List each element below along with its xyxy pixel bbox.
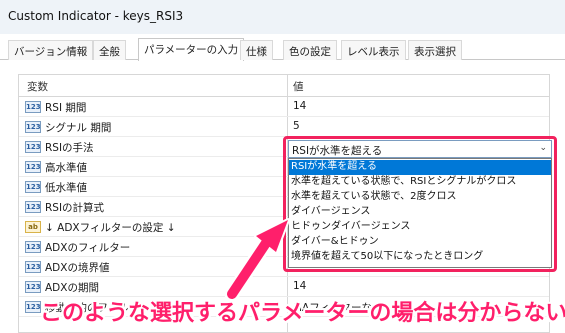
param-name: RSIの手法 xyxy=(45,142,94,154)
highlight-box xyxy=(283,136,557,272)
param-name: シグナル 期間 xyxy=(45,122,112,134)
number-type-icon: 123 xyxy=(25,101,41,113)
tab-specification[interactable]: 仕様 xyxy=(240,40,273,60)
param-name: ADXの期間 xyxy=(45,282,99,294)
param-value[interactable]: 14 xyxy=(293,280,306,292)
annotation-caption: このような選択するパラメーターの場合は分からない xyxy=(40,301,565,326)
param-name: ↓ ADXフィルターの設定 ↓ xyxy=(45,222,176,234)
param-value[interactable]: 14 xyxy=(293,100,306,112)
title-bar: Custom Indicator - keys_RSI3 xyxy=(0,0,565,34)
number-type-icon: 123 xyxy=(25,121,41,133)
header-value: 値 xyxy=(293,81,304,93)
param-name: ADXのフィルター xyxy=(45,242,131,254)
param-value[interactable]: 5 xyxy=(293,120,300,132)
number-type-icon: 123 xyxy=(25,141,41,153)
number-type-icon: 123 xyxy=(25,161,41,173)
param-name: ADXの境界値 xyxy=(45,262,110,274)
param-row-adx-period[interactable]: 123 ADXの期間 14 xyxy=(19,277,549,297)
param-name: 低水準値 xyxy=(45,182,87,194)
param-row-signal-period[interactable]: 123 シグナル 期間 5 xyxy=(19,117,549,137)
tab-general[interactable]: 全般 xyxy=(93,40,126,60)
param-name: RSI 期間 xyxy=(45,102,87,114)
param-name: 高水準値 xyxy=(45,162,87,174)
tab-bar: バージョン情報 全般 パラメーターの入力 仕様 色の設定 レベル表示 表示選択 xyxy=(0,38,565,61)
number-type-icon: 123 xyxy=(25,281,41,293)
tab-inputs[interactable]: パラメーターの入力 xyxy=(138,38,245,61)
tab-levels[interactable]: レベル表示 xyxy=(341,40,406,60)
tab-colors[interactable]: 色の設定 xyxy=(283,40,337,60)
number-type-icon: 123 xyxy=(25,241,41,253)
header-variable: 変数 xyxy=(27,81,48,93)
number-type-icon: 123 xyxy=(25,301,41,313)
tab-version-info[interactable]: バージョン情報 xyxy=(8,40,94,60)
number-type-icon: 123 xyxy=(25,201,41,213)
window-title: Custom Indicator - keys_RSI3 xyxy=(8,9,184,23)
grid-header: 変数 値 xyxy=(19,75,549,97)
param-name: RSIの計算式 xyxy=(45,202,105,214)
param-row-rsi-period[interactable]: 123 RSI 期間 14 xyxy=(19,97,549,117)
number-type-icon: 123 xyxy=(25,181,41,193)
tab-visualization[interactable]: 表示選択 xyxy=(408,40,462,60)
string-type-icon: ab xyxy=(25,221,41,233)
number-type-icon: 123 xyxy=(25,261,41,273)
